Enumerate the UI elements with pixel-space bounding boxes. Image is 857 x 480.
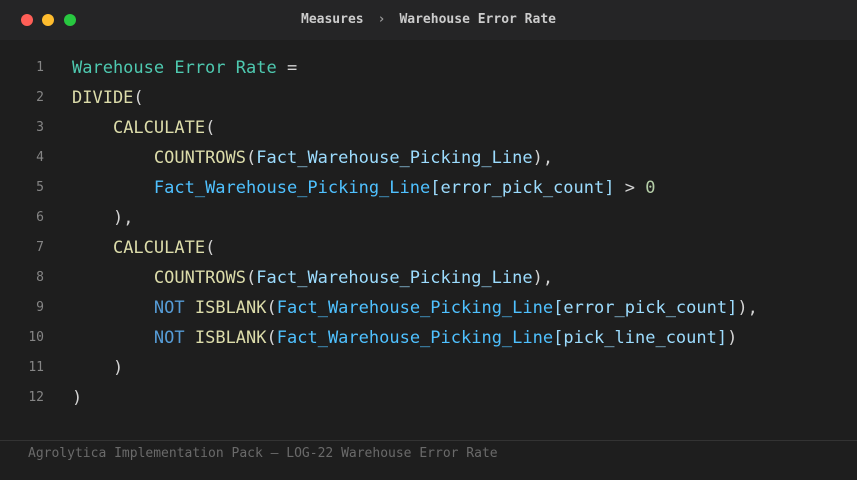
code-line[interactable]: 9 NOT ISBLANK(Fact_Warehouse_Picking_Lin…	[0, 293, 857, 323]
code-token-op	[72, 358, 113, 378]
code-token-op: ),	[532, 148, 554, 168]
code-line[interactable]: 3 CALCULATE(	[0, 113, 857, 143]
code-line[interactable]: 5 Fact_Warehouse_Picking_Line[error_pick…	[0, 173, 857, 203]
code-text[interactable]: COUNTROWS(Fact_Warehouse_Picking_Line),	[72, 143, 553, 173]
code-token-kw: NOT	[153, 298, 185, 318]
code-token-op: )	[72, 388, 83, 408]
code-text[interactable]: DIVIDE(	[72, 83, 144, 113]
code-editor[interactable]: 1 Warehouse Error Rate = 2 DIVIDE(3 CALCULA…	[0, 53, 857, 413]
code-text[interactable]: NOT ISBLANK(Fact_Warehouse_Picking_Line[…	[72, 293, 758, 323]
line-number: 9	[36, 300, 44, 315]
code-token-tbl: Fact_Warehouse_Picking_Line	[276, 328, 554, 348]
footer-bar: Agrolytica Implementation Pack — LOG-22 …	[0, 440, 857, 480]
code-token-col: [error_pick_count]	[553, 298, 738, 318]
code-line[interactable]: 7 CALCULATE(	[0, 233, 857, 263]
code-token-op: ),	[532, 268, 554, 288]
code-text[interactable]: Fact_Warehouse_Picking_Line[error_pick_c…	[72, 173, 656, 203]
chevron-right-icon: ›	[377, 12, 386, 27]
code-token-op	[72, 298, 154, 318]
code-token-num: 0	[645, 178, 656, 198]
code-line[interactable]: 11 )	[0, 353, 857, 383]
code-token-col: Fact_Warehouse_Picking_Line	[256, 268, 533, 288]
code-token-col: [pick_line_count]	[553, 328, 728, 348]
code-token-op: (	[205, 118, 216, 138]
code-token-op	[185, 328, 195, 348]
code-token-tbl: Fact_Warehouse_Picking_Line	[276, 298, 554, 318]
line-number: 5	[36, 180, 44, 195]
code-line[interactable]: 10 NOT ISBLANK(Fact_Warehouse_Picking_Li…	[0, 323, 857, 353]
line-number: 6	[36, 210, 44, 225]
code-token-op: (	[133, 88, 144, 108]
line-number: 3	[36, 120, 44, 135]
line-number: 8	[36, 270, 44, 285]
code-token-fn: ISBLANK	[194, 328, 267, 348]
code-line[interactable]: 2 DIVIDE(	[0, 83, 857, 113]
code-line[interactable]: 1 Warehouse Error Rate =	[0, 53, 857, 83]
title-bar: Measures › Warehouse Error Rate	[0, 0, 857, 40]
code-text[interactable]: NOT ISBLANK(Fact_Warehouse_Picking_Line[…	[72, 323, 737, 353]
code-token-fn: DIVIDE	[72, 88, 134, 108]
code-token-op: (	[246, 268, 257, 288]
breadcrumb: Measures › Warehouse Error Rate	[0, 0, 857, 40]
code-token-op: (	[246, 148, 257, 168]
code-token-op	[72, 118, 113, 138]
code-text[interactable]: CALCULATE(	[72, 113, 215, 143]
code-token-op	[72, 268, 154, 288]
code-token-col: [error_pick_count]	[430, 178, 615, 198]
code-token-op	[185, 298, 195, 318]
code-token-op	[72, 238, 113, 258]
code-text[interactable]: )	[72, 383, 82, 413]
code-token-measure: Warehouse Error Rate	[72, 58, 277, 78]
code-text[interactable]: CALCULATE(	[72, 233, 215, 263]
code-token-op: (	[266, 328, 277, 348]
line-number: 2	[36, 90, 44, 105]
code-token-op: (	[266, 298, 277, 318]
code-token-tbl: Fact_Warehouse_Picking_Line	[153, 178, 431, 198]
footer-caption: Agrolytica Implementation Pack — LOG-22 …	[28, 446, 498, 461]
code-token-op	[72, 208, 113, 228]
code-token-op	[72, 328, 154, 348]
code-text[interactable]: )	[72, 353, 123, 383]
line-number: 1	[36, 60, 44, 75]
code-line[interactable]: 8 COUNTROWS(Fact_Warehouse_Picking_Line)…	[0, 263, 857, 293]
code-text[interactable]: COUNTROWS(Fact_Warehouse_Picking_Line),	[72, 263, 553, 293]
code-token-op: ),	[737, 298, 758, 318]
code-line[interactable]: 6 ),	[0, 203, 857, 233]
breadcrumb-current: Warehouse Error Rate	[399, 12, 556, 27]
line-number: 7	[36, 240, 44, 255]
code-token-op: )	[112, 358, 124, 378]
breadcrumb-parent[interactable]: Measures	[301, 12, 364, 27]
code-line[interactable]: 12)	[0, 383, 857, 413]
code-token-op: >	[614, 178, 646, 198]
code-token-fn: COUNTROWS	[153, 268, 247, 288]
code-token-op	[72, 178, 154, 198]
line-number: 10	[28, 330, 44, 345]
line-number: 12	[28, 390, 44, 405]
line-number: 11	[28, 360, 44, 375]
code-token-col: Fact_Warehouse_Picking_Line	[256, 148, 533, 168]
code-token-fn: CALCULATE	[112, 118, 206, 138]
code-token-op: ),	[112, 208, 134, 228]
code-text[interactable]: Warehouse Error Rate =	[72, 53, 297, 83]
code-token-kw: NOT	[153, 328, 185, 348]
line-number: 4	[36, 150, 44, 165]
code-token-fn: ISBLANK	[194, 298, 267, 318]
code-token-op	[72, 148, 154, 168]
code-line[interactable]: 4 COUNTROWS(Fact_Warehouse_Picking_Line)…	[0, 143, 857, 173]
code-token-op: =	[276, 58, 298, 78]
code-token-fn: COUNTROWS	[153, 148, 247, 168]
code-token-op: )	[727, 328, 738, 348]
code-token-op: (	[205, 238, 216, 258]
code-token-fn: CALCULATE	[112, 238, 206, 258]
code-text[interactable]: ),	[72, 203, 133, 233]
